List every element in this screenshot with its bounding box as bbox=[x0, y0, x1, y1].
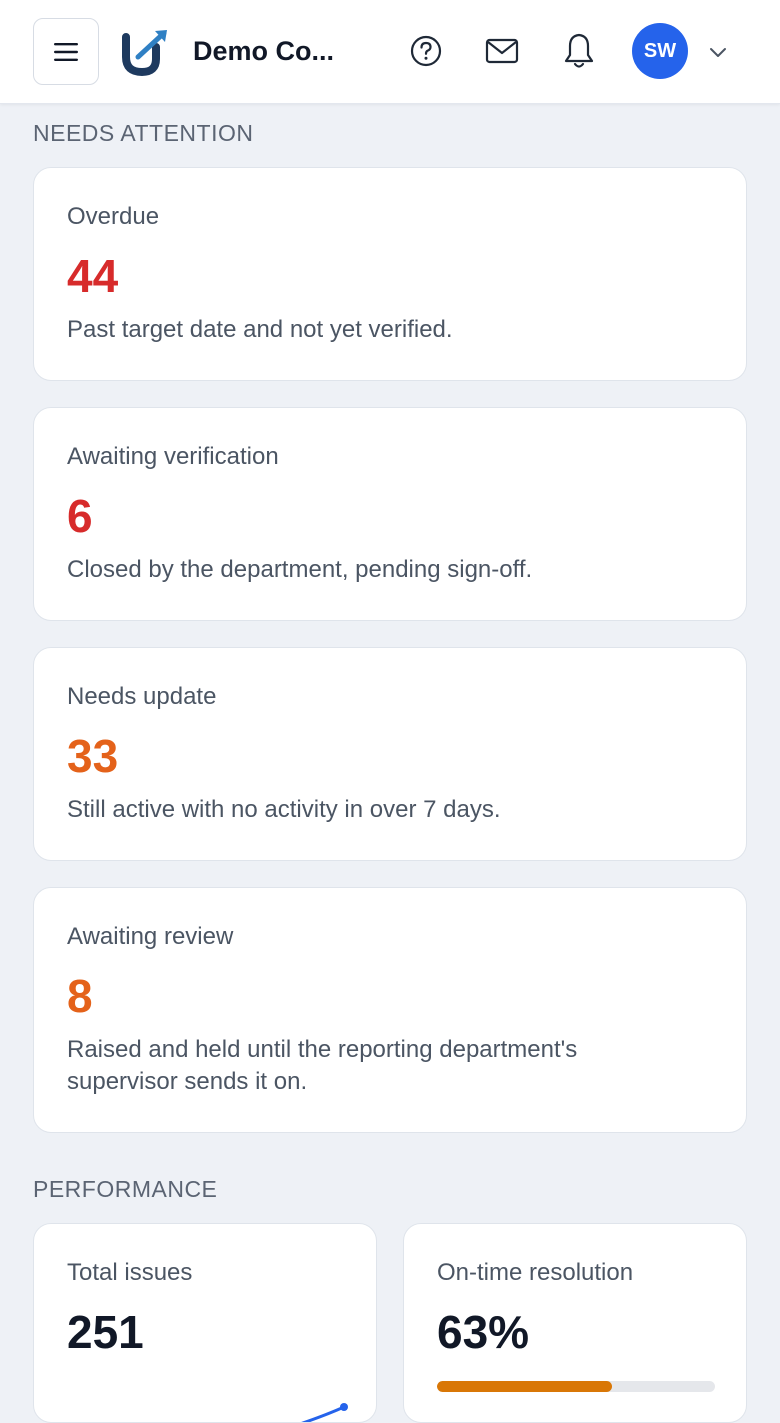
card-description: Raised and held until the reporting depa… bbox=[67, 1036, 578, 1095]
total-issues-sparkline bbox=[301, 1403, 348, 1422]
card-title: Overdue bbox=[67, 203, 160, 230]
menu-icon bbox=[54, 42, 78, 61]
company-logo[interactable] bbox=[120, 27, 170, 77]
help-button[interactable] bbox=[408, 32, 444, 70]
user-avatar[interactable]: SW bbox=[632, 23, 688, 79]
company-name[interactable]: Demo Co... bbox=[193, 33, 353, 69]
card-title: Total issues bbox=[67, 1259, 193, 1286]
card-count: 6 bbox=[67, 490, 93, 542]
card-description: Closed by the department, pending sign-o… bbox=[67, 556, 533, 583]
card-count: 251 bbox=[67, 1306, 144, 1358]
awaiting-verification-card[interactable]: Awaiting verification 6 Closed by the de… bbox=[33, 407, 747, 621]
mail-icon bbox=[485, 38, 519, 64]
bell-icon bbox=[564, 33, 594, 68]
card-title: Needs update bbox=[67, 683, 217, 710]
needs-attention-heading: NEEDS ATTENTION bbox=[33, 120, 254, 146]
card-title: Awaiting review bbox=[67, 923, 234, 950]
card-description: Still active with no activity in over 7 … bbox=[67, 796, 501, 823]
card-count: 8 bbox=[67, 970, 93, 1022]
card-title: Awaiting verification bbox=[67, 443, 279, 470]
mail-button[interactable] bbox=[484, 32, 520, 70]
notifications-button[interactable] bbox=[561, 32, 597, 70]
awaiting-review-card[interactable]: Awaiting review 8 Raised and held until … bbox=[33, 887, 747, 1133]
overdue-card[interactable]: Overdue 44 Past target date and not yet … bbox=[33, 167, 747, 381]
on-time-resolution-card[interactable]: On-time resolution 63% bbox=[403, 1223, 747, 1423]
card-count: 44 bbox=[67, 250, 119, 302]
on-time-progress-bar bbox=[437, 1381, 715, 1392]
performance-heading: PERFORMANCE bbox=[33, 1176, 218, 1202]
total-issues-card[interactable]: Total issues 251 bbox=[33, 1223, 377, 1423]
help-icon bbox=[410, 35, 442, 67]
card-description: Past target date and not yet verified. bbox=[67, 316, 453, 343]
card-count: 33 bbox=[67, 730, 119, 782]
card-percentage: 63% bbox=[437, 1306, 530, 1358]
card-title: On-time resolution bbox=[437, 1259, 634, 1286]
chevron-down-icon[interactable] bbox=[706, 40, 730, 64]
menu-button[interactable] bbox=[33, 18, 99, 85]
needs-update-card[interactable]: Needs update 33 Still active with no act… bbox=[33, 647, 747, 861]
on-time-progress-fill bbox=[437, 1381, 613, 1392]
top-bar: Demo Co... SW bbox=[0, 0, 780, 104]
